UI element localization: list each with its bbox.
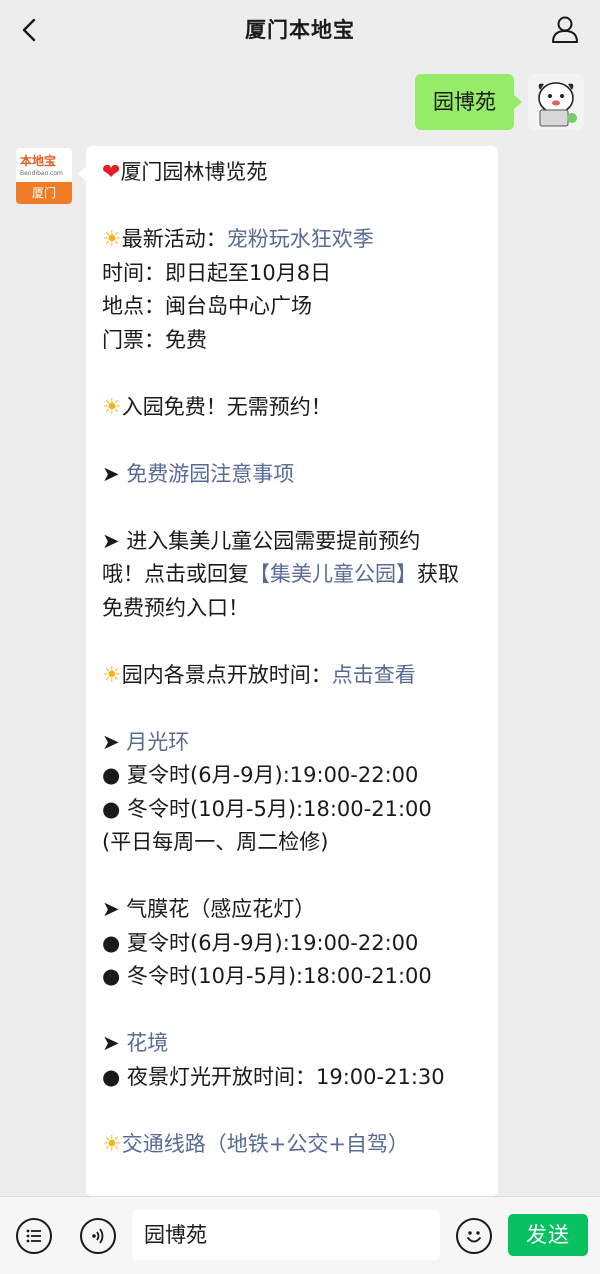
tips-line: ➤ 免费游园注意事项: [102, 458, 494, 492]
moon-note-line: (平日每周一、周二检修): [102, 830, 329, 854]
arrow-icon: ➤: [102, 897, 120, 921]
jimei-line-3: 免费预约入口！: [102, 595, 249, 620]
free-entry-line: ☀入园免费！无需预约！: [102, 391, 494, 425]
bullet-icon: ●: [102, 1064, 121, 1089]
moon-winter: 冬令时(10月-5月):18:00-21:00: [127, 796, 432, 821]
heart-emoji: ❤: [102, 160, 121, 185]
moon-winter-line: ● 冬令时(10月-5月):18:00-21:00: [102, 793, 494, 827]
bullet-icon: ●: [102, 930, 121, 955]
huajing-hours-line: ● 夜景灯光开放时间：19:00-21:30: [102, 1061, 494, 1095]
outgoing-message[interactable]: 园博苑: [415, 74, 522, 130]
jimei-text-1: 进入集美儿童公园需要提前预约: [126, 528, 421, 553]
bot-brand-url: Bendibao.com: [20, 170, 63, 177]
outgoing-message-row: 园博苑: [344, 74, 584, 132]
jimei-line-1: ➤ 进入集美儿童公园需要提前预约: [102, 525, 494, 559]
emoji-button[interactable]: [456, 1218, 492, 1254]
moon-link[interactable]: 月光环: [126, 730, 189, 754]
huajing-link[interactable]: 花境: [126, 1031, 168, 1055]
bullet-icon: ●: [102, 763, 121, 787]
sun-emoji: ☀: [102, 394, 122, 420]
huajing-hours: 夜景灯光开放时间：19:00-21:30: [127, 1064, 445, 1089]
ticket-line: 门票：免费: [102, 327, 207, 352]
tips-link[interactable]: 免费游园注意事项: [126, 462, 294, 486]
jimei-text-2b: 获取: [417, 562, 459, 586]
jimei-line-2: 哦！点击或回复【集美儿童公园】获取: [102, 558, 494, 592]
voice-icon: [92, 1228, 104, 1244]
sun-emoji: ☀: [102, 227, 122, 252]
incoming-message: ❤厦门园林博览苑 ☀最新活动：宠粉玩水狂欢季 时间：即日起至10月8日 地点：闽…: [78, 146, 498, 1196]
activity-line: ☀最新活动：宠粉玩水狂欢季: [102, 223, 494, 257]
menu-button[interactable]: [16, 1218, 52, 1254]
hours-label: 园内各景点开放时间：: [121, 662, 332, 687]
arrow-icon: ➤: [102, 528, 120, 553]
avatar[interactable]: [528, 74, 584, 130]
hours-link[interactable]: 点击查看: [332, 663, 416, 687]
moon-summer-line: ● 夏令时(6月-9月):19:00-22:00: [102, 759, 494, 793]
voice-button[interactable]: [80, 1218, 116, 1254]
flower-winter: 冬令时(10月-5月):18:00-21:00: [127, 964, 432, 988]
message-title: 厦门园林博览苑: [120, 160, 268, 184]
message-content: ❤厦门园林博览苑 ☀最新活动：宠粉玩水狂欢季 时间：即日起至10月8日 地点：闽…: [102, 156, 494, 1161]
user-avatar-image: [528, 74, 584, 130]
profile-button[interactable]: [550, 14, 580, 44]
flower-summer-line: ● 夏令时(6月-9月):19:00-22:00: [102, 927, 494, 961]
bot-avatar-logo: 本地宝 Bendibao.com: [16, 148, 72, 182]
traffic-link[interactable]: 交通线路（地铁+公交+自驾）: [122, 1132, 409, 1156]
emoji-icon: [467, 1231, 481, 1243]
page-title: 厦门本地宝: [245, 18, 355, 42]
moon-title-line: ➤ 月光环: [102, 726, 494, 760]
free-entry-text: 入园免费！无需预约！: [121, 394, 332, 419]
arrow-icon: ➤: [102, 729, 120, 754]
place-line: 地点：闽台岛中心广场: [102, 294, 312, 318]
flower-title-line: ➤ 气膜花（感应花灯）: [102, 893, 494, 927]
arrow-icon: ➤: [102, 1031, 120, 1055]
jimei-text-2a: 哦！点击或回复: [102, 562, 249, 586]
user-icon: [552, 16, 578, 43]
bot-city-label: 厦门: [16, 182, 72, 204]
message-title-line: ❤厦门园林博览苑: [102, 156, 494, 190]
bullet-icon: ●: [102, 796, 121, 821]
activity-label: 最新活动：: [121, 227, 227, 251]
activity-link[interactable]: 宠粉玩水狂欢季: [227, 227, 374, 251]
input-bar: 园博苑 发送: [0, 1196, 600, 1274]
sun-emoji: ☀: [102, 662, 122, 688]
jimei-link[interactable]: 【集美儿童公园】: [249, 562, 417, 586]
bot-avatar[interactable]: 本地宝 Bendibao.com 厦门: [16, 148, 72, 204]
traffic-line: ☀交通线路（地铁+公交+自驾）: [102, 1128, 494, 1162]
moon-summer: 夏令时(6月-9月):19:00-22:00: [127, 763, 419, 787]
arrow-icon: ➤: [102, 461, 120, 486]
flower-title: 气膜花（感应花灯）: [126, 897, 316, 921]
flower-summer: 夏令时(6月-9月):19:00-22:00: [127, 930, 419, 955]
flower-winter-line: ● 冬令时(10月-5月):18:00-21:00: [102, 960, 494, 994]
bullet-icon: ●: [102, 964, 121, 988]
send-button[interactable]: 发送: [508, 1214, 588, 1256]
hours-line: ☀园内各景点开放时间：点击查看: [102, 659, 494, 693]
sun-emoji: ☀: [102, 1131, 122, 1157]
time-line: 时间：即日起至10月8日: [102, 260, 332, 285]
list-menu-icon: [26, 1229, 41, 1243]
header-bar: 厦门本地宝: [0, 0, 600, 60]
huajing-title-line: ➤ 花境: [102, 1027, 494, 1061]
message-input[interactable]: 园博苑: [132, 1210, 440, 1260]
bot-brand-text: 本地宝: [20, 154, 57, 168]
